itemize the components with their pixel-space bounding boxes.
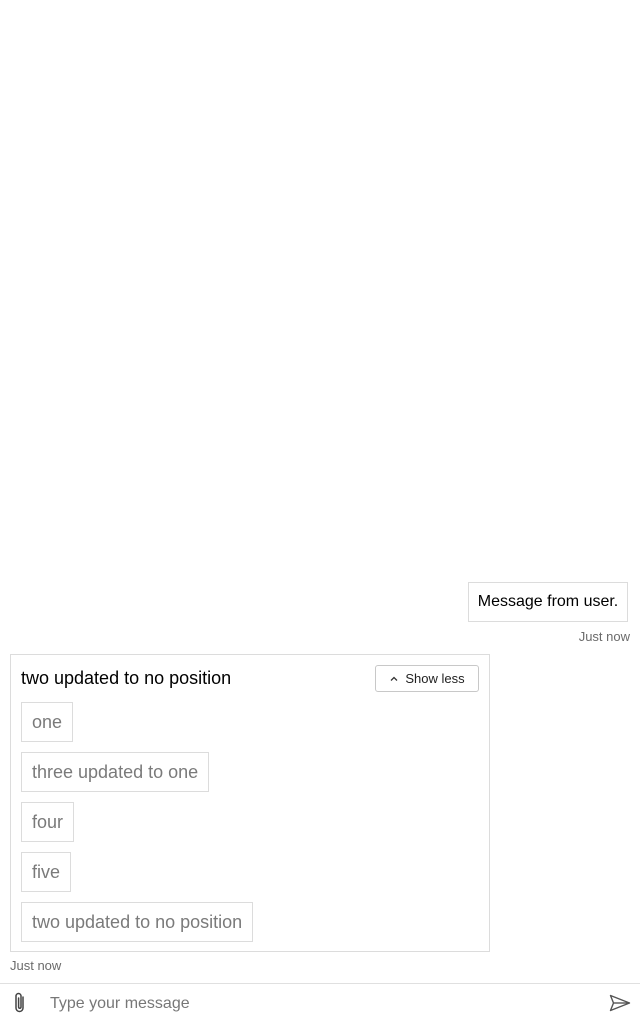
show-less-label: Show less: [405, 671, 465, 686]
show-less-button[interactable]: Show less: [375, 665, 479, 692]
user-message-timestamp: Just now: [578, 629, 630, 644]
user-message-bubble: Message from user.: [468, 582, 628, 622]
chevron-up-icon: [389, 674, 399, 684]
attach-button[interactable]: [8, 991, 32, 1019]
user-message-text: Message from user.: [477, 593, 619, 610]
send-button[interactable]: [608, 993, 632, 1017]
card-title: two updated to no position: [21, 668, 232, 688]
option-label: five: [32, 861, 61, 882]
option-button-two-updated-to-no-position[interactable]: two updated to no position: [21, 902, 254, 942]
message-composer: [0, 983, 640, 1024]
send-icon: [609, 994, 631, 1017]
option-label: three updated to one: [32, 761, 199, 782]
option-label: two updated to no position: [32, 911, 243, 932]
option-button-one[interactable]: one: [21, 702, 74, 742]
option-button-four[interactable]: four: [21, 802, 75, 842]
option-button-three-updated-to-one[interactable]: three updated to one: [21, 752, 210, 792]
bot-message-card: two updated to no position Show less one…: [10, 654, 490, 952]
bot-message-timestamp: Just now: [10, 958, 62, 973]
message-input[interactable]: [48, 990, 592, 1018]
option-label: four: [32, 811, 64, 832]
option-label: one: [32, 711, 63, 732]
option-button-five[interactable]: five: [21, 852, 72, 892]
chat-window: Message from user. Just now two updated …: [0, 0, 640, 1024]
paperclip-icon: [13, 991, 27, 1020]
